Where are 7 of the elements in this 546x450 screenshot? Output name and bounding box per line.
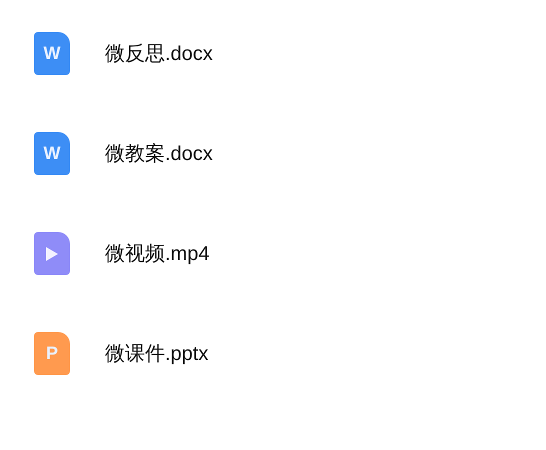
file-icon: W (34, 32, 70, 75)
file-icon: W (34, 132, 70, 175)
file-name[interactable]: 微视频.mp4 (105, 240, 210, 267)
file-name[interactable]: 微课件.pptx (105, 340, 208, 367)
file-name[interactable]: 微反思.docx (105, 40, 213, 67)
file-name[interactable]: 微教案.docx (105, 140, 213, 167)
file-icon: P (34, 332, 70, 375)
